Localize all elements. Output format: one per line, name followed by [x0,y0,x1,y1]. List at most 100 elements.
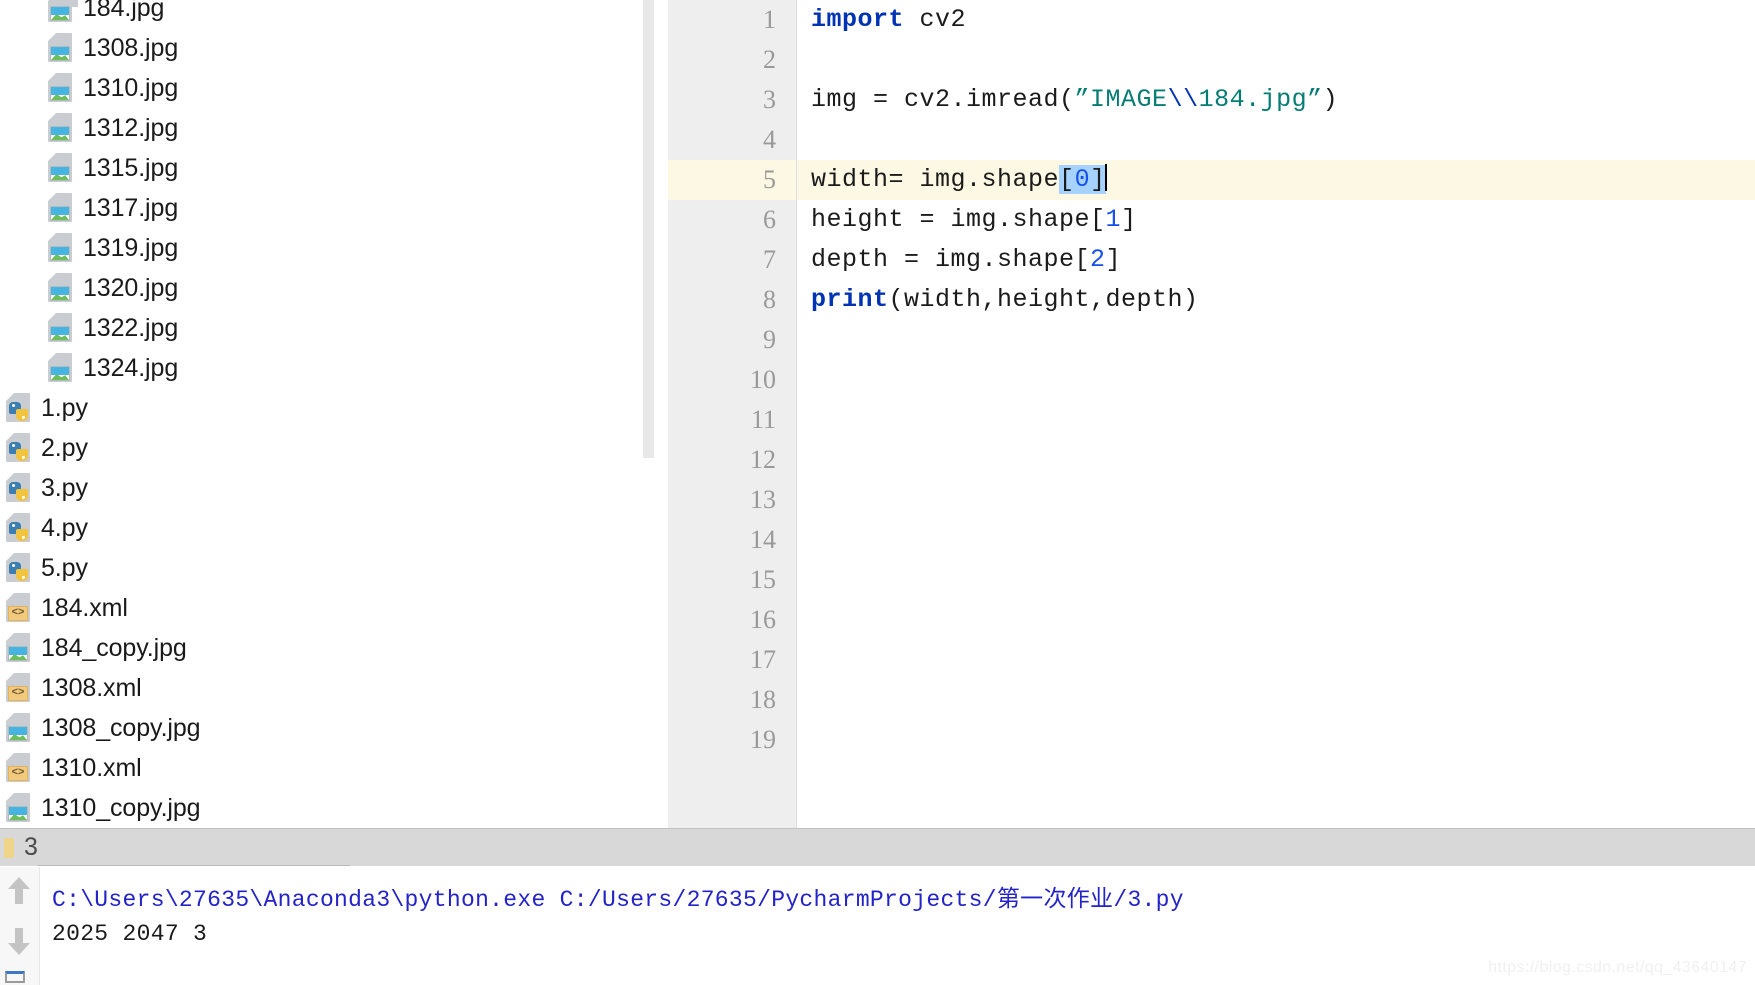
tree-item[interactable]: 184.jpg [0,0,640,28]
soft-wrap-icon[interactable] [5,971,25,983]
code-line[interactable]: import cv2 [797,0,1755,40]
code-token: height = img.shape[ [811,205,1106,234]
tree-item[interactable]: 1322.jpg [0,308,640,348]
code-line[interactable]: width= img.shape[0] [797,160,1755,200]
line-number: 2 [668,40,776,80]
project-tool-window[interactable]: 184.jpg1308.jpg1310.jpg1312.jpg1315.jpg1… [0,0,655,828]
line-number: 12 [668,440,776,480]
code-token: import [811,5,904,34]
line-number: 17 [668,640,776,680]
tree-item[interactable]: 1.py [0,388,640,428]
image-file-icon [48,0,74,23]
code-token: img = cv2.imread( [811,85,1075,114]
line-number: 3 [668,80,776,120]
image-file-icon [6,793,32,823]
line-number: 18 [668,680,776,720]
tree-item-label: 1.py [41,394,88,423]
code-token: ) [1323,85,1339,114]
tree-item[interactable]: <> 1310.xml [0,748,640,788]
tree-item-label: 1308.jpg [83,34,178,63]
code-line[interactable]: img = cv2.imread(”IMAGE\\184.jpg”) [797,80,1755,120]
tree-item[interactable]: 4.py [0,508,640,548]
tree-item[interactable]: 1319.jpg [0,228,640,268]
code-line[interactable]: depth = img.shape[2] [797,240,1755,280]
tree-item[interactable]: <>1308.xml [0,668,640,708]
line-number: 9 [668,320,776,360]
tree-item[interactable]: 2.py [0,428,640,468]
line-number: 10 [668,360,776,400]
code-token: cv2 [904,5,966,34]
project-scrollbar-thumb[interactable] [643,0,654,458]
watermark-text: https://blog.csdn.net/qq_43640147 [1488,959,1747,977]
file-tree-list[interactable]: 184.jpg1308.jpg1310.jpg1312.jpg1315.jpg1… [0,0,640,828]
image-file-icon [48,153,74,183]
tree-item[interactable]: 1317.jpg [0,188,640,228]
tree-item-label: 184.jpg [83,0,164,23]
tree-item-label: 184.xml [41,594,128,623]
tree-item-label: 4.py [41,514,88,543]
python-file-icon [6,513,32,543]
tree-item-label: 1324.jpg [83,354,178,383]
code-line[interactable] [797,40,1755,80]
python-file-icon [6,553,32,583]
run-configuration-icon [4,838,14,858]
tree-item[interactable]: 1310.jpg [0,68,640,108]
console-result-line: 2025 2047 3 [52,921,207,947]
image-file-icon [48,193,74,223]
xml-file-icon: <> [6,753,32,783]
console-gutter-toolbar [0,867,40,985]
python-file-icon [6,433,32,463]
code-token: 1 [1106,205,1122,234]
run-tab-3[interactable]: 3 [0,829,38,866]
tree-item[interactable]: 1312.jpg [0,108,640,148]
tree-item[interactable]: 1310_copy.jpg [0,788,640,828]
tree-item[interactable]: 1315.jpg [0,148,640,188]
tree-item[interactable]: <> 184.xml [0,588,640,628]
code-token: ] [1090,165,1106,194]
run-tool-window-tabbar: 3 [0,828,1755,866]
code-token: \\ [1168,85,1199,114]
image-file-icon [6,633,32,663]
project-scrollbar-track[interactable] [642,0,655,828]
run-console-panel[interactable]: C:\Users\27635\Anaconda3\python.exe C:/U… [0,867,1755,985]
line-number: 13 [668,480,776,520]
tree-item[interactable]: 1308_copy.jpg [0,708,640,748]
tree-item[interactable]: 1308.jpg [0,28,640,68]
xml-file-icon: <> [6,593,32,623]
tree-item-label: 1310.jpg [83,74,178,103]
code-token: width= img.shape [811,165,1059,194]
tree-item[interactable]: 1320.jpg [0,268,640,308]
code-token: depth = img.shape[ [811,245,1090,274]
image-file-icon [48,273,74,303]
tree-item[interactable]: 5.py [0,548,640,588]
code-token: 0 [1075,165,1091,194]
code-editor[interactable]: 12345678910111213141516171819 import cv2… [668,0,1755,828]
tree-item[interactable]: 1324.jpg [0,348,640,388]
tree-item-label: 1312.jpg [83,114,178,143]
tree-item-label: 1308.xml [41,674,142,703]
pycharm-ide-window: 184.jpg1308.jpg1310.jpg1312.jpg1315.jpg1… [0,0,1755,985]
code-line[interactable] [797,120,1755,160]
scroll-down-icon[interactable] [6,925,32,955]
image-file-icon [48,353,74,383]
line-number: 15 [668,560,776,600]
run-tab-label: 3 [24,833,38,862]
code-token: 184.jpg” [1199,85,1323,114]
python-file-icon [6,473,32,503]
python-file-icon [6,393,32,423]
code-token: 2 [1090,245,1106,274]
code-token: (width,height,depth) [889,285,1199,314]
code-token: [ [1059,165,1075,194]
code-line[interactable]: height = img.shape[1] [797,200,1755,240]
tree-item[interactable]: 184_copy.jpg [0,628,640,668]
tree-item-label: 1310.xml [41,754,142,783]
scroll-up-icon[interactable] [6,877,32,907]
tree-item[interactable]: 3.py [0,468,640,508]
tabbar-background [350,829,1755,866]
code-line[interactable]: print(width,height,depth) [797,280,1755,320]
code-token: ] [1106,245,1122,274]
tree-item-label: 1320.jpg [83,274,178,303]
line-number: 19 [668,720,776,760]
tree-item-label: 1319.jpg [83,234,178,263]
line-number: 4 [668,120,776,160]
